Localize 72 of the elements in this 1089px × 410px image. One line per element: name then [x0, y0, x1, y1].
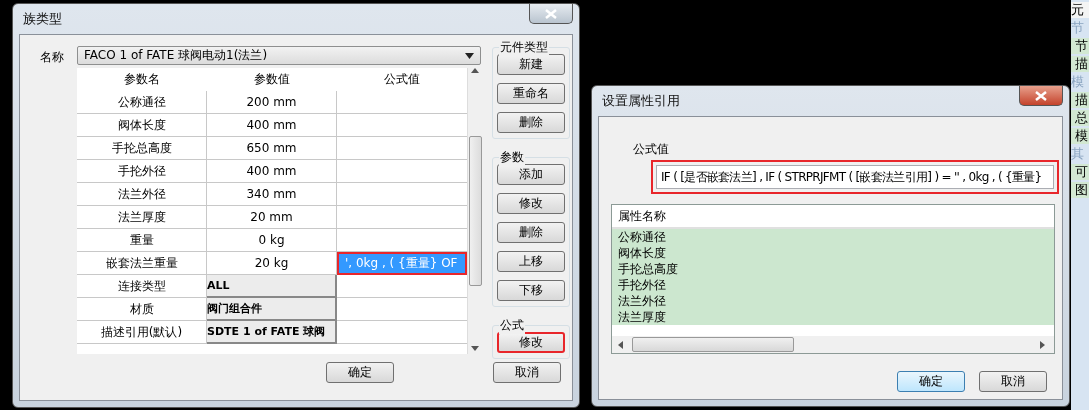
- dialog-button[interactable]: 添加: [497, 164, 565, 185]
- formula-input[interactable]: IF ( [是否嵌套法兰] , IF ( STRPRJFMT ( [嵌套法兰引用] ) = '' , 0kg , ( {重量}: [656, 165, 1054, 189]
- value-dropdown[interactable]: 阀门组合件: [207, 298, 337, 321]
- dialog-button[interactable]: 删除: [497, 222, 565, 243]
- cancel-button[interactable]: 取消: [493, 362, 561, 383]
- ok-button[interactable]: 确定: [326, 362, 394, 383]
- dialog-button[interactable]: 删除: [497, 112, 565, 133]
- table-cell: 手抡总高度: [77, 137, 207, 160]
- table-cell: 描述引用(默认): [77, 321, 207, 344]
- table-cell: 400 mm: [207, 160, 337, 183]
- window-title: 设置属性引用: [601, 92, 680, 110]
- panel-item[interactable]: 可: [1071, 164, 1089, 180]
- horizontal-scrollbar[interactable]: [612, 336, 1054, 353]
- table-cell: 400 mm: [207, 114, 337, 137]
- close-icon: [545, 8, 557, 19]
- table-cell: 20 mm: [207, 206, 337, 229]
- column-header: 公式值: [383, 71, 421, 88]
- dialog-button[interactable]: 新建: [497, 54, 565, 75]
- name-label: 名称: [40, 50, 64, 64]
- list-item[interactable]: 阀体长度: [612, 245, 1054, 261]
- dialog-button[interactable]: 下移: [497, 280, 565, 301]
- table-cell: 20 kg: [207, 252, 337, 275]
- panel-item[interactable]: 描: [1071, 56, 1089, 72]
- table-cell: 公称通径: [77, 91, 207, 114]
- list-item[interactable]: 法兰厚度: [612, 309, 1054, 325]
- column-header: 参数值: [253, 71, 291, 88]
- table-cell: 重量: [77, 229, 207, 252]
- panel-item[interactable]: 总: [1071, 110, 1089, 126]
- column-header: 参数名: [123, 71, 161, 88]
- name-dropdown[interactable]: FACO 1 of FATE 球阀电动1(法兰): [77, 46, 481, 65]
- scroll-left-arrow-icon[interactable]: [618, 340, 626, 349]
- list-item[interactable]: 法兰外径: [612, 293, 1054, 309]
- table-cell: 材质: [77, 298, 207, 321]
- table-cell: 650 mm: [207, 137, 337, 160]
- cancel-button[interactable]: 取消: [979, 371, 1047, 392]
- close-icon: [1035, 90, 1047, 101]
- list-item[interactable]: 手抡外径: [612, 277, 1054, 293]
- list-item[interactable]: 手抡总高度: [612, 261, 1054, 277]
- close-button[interactable]: [1019, 86, 1063, 106]
- dialog-button[interactable]: 修改: [497, 332, 565, 353]
- window-title: 族类型: [22, 10, 62, 28]
- table-cell: 阀体长度: [77, 114, 207, 137]
- dialog-button[interactable]: 修改: [497, 193, 565, 214]
- panel-item[interactable]: 元: [1071, 2, 1089, 18]
- table-cell: 手抡外径: [77, 160, 207, 183]
- ok-button[interactable]: 确定: [897, 371, 965, 392]
- scroll-up-arrow-icon[interactable]: [471, 68, 479, 76]
- list-item[interactable]: 公称通径: [612, 229, 1054, 245]
- table-cell: 法兰厚度: [77, 206, 207, 229]
- vertical-scrollbar[interactable]: [467, 68, 482, 354]
- table-cell: 连接类型: [77, 275, 207, 298]
- scroll-thumb[interactable]: [468, 136, 482, 286]
- dialog-button[interactable]: 重命名: [497, 83, 565, 104]
- panel-item[interactable]: 描: [1071, 92, 1089, 108]
- formula-label: 公式值: [633, 142, 669, 156]
- dropdown-arrow-icon: [465, 52, 474, 59]
- scroll-thumb[interactable]: [632, 337, 794, 352]
- table-cell: 法兰外径: [77, 183, 207, 206]
- table-cell: 340 mm: [207, 183, 337, 206]
- group-title: 元件类型: [499, 39, 549, 56]
- group-title: 公式: [499, 317, 525, 334]
- table-cell: 200 mm: [207, 91, 337, 114]
- group-title: 参数: [499, 149, 525, 166]
- dialog-button[interactable]: 上移: [497, 251, 565, 272]
- close-button[interactable]: [529, 4, 573, 24]
- panel-item[interactable]: 模: [1071, 128, 1089, 144]
- panel-item[interactable]: 图: [1071, 182, 1089, 198]
- table-cell: 嵌套法兰重量: [77, 252, 207, 275]
- value-dropdown[interactable]: SDTE 1 of FATE 球阀: [207, 321, 337, 344]
- panel-item[interactable]: 节: [1071, 38, 1089, 54]
- table-cell: 0 kg: [207, 229, 337, 252]
- value-dropdown[interactable]: ALL: [207, 275, 337, 298]
